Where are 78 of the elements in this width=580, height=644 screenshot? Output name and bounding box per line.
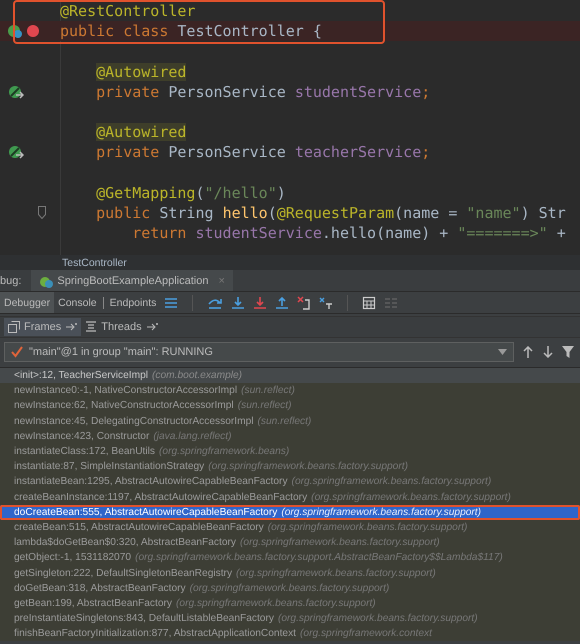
breadcrumb: TestController <box>62 256 127 268</box>
code-text: ) Str <box>520 204 566 222</box>
stack-frame[interactable]: getSingleton:222, DefaultSingletonBeanRegistry (org.springframework.beans.factory.support) <box>0 565 580 581</box>
frames-tab[interactable]: Frames <box>4 318 82 336</box>
code-text: .hello(name) + <box>322 224 450 242</box>
string-literal: "name" <box>466 204 521 222</box>
keyword: ; <box>421 82 430 101</box>
keyword: public class <box>60 22 170 40</box>
panel-tab[interactable]: Console <box>54 292 101 313</box>
step-out-icon[interactable] <box>275 296 290 310</box>
checkmark-icon <box>11 346 23 358</box>
field-name: studentService <box>195 224 322 242</box>
code-text: TestController { <box>177 22 322 40</box>
code-text: ) <box>276 184 286 202</box>
session-tab[interactable]: SpringBootExampleApplication × <box>31 270 233 291</box>
panel-label: bug: <box>0 274 22 286</box>
calculator-icon[interactable] <box>362 296 376 310</box>
close-icon[interactable]: × <box>218 274 225 286</box>
pin-icon <box>146 322 158 332</box>
string-literal: "/hello" <box>204 184 277 202</box>
keyword: private <box>96 143 160 162</box>
injection-icon <box>8 84 24 99</box>
annotation: @RestController <box>60 2 196 20</box>
threads-tab[interactable]: Threads <box>81 318 162 336</box>
stack-frame[interactable]: lambda$doGetBean$0:320, AbstractBeanFactory (org.springframework.beans.factory.support) <box>0 535 580 550</box>
field-name: studentService <box>294 82 422 101</box>
session-name: SpringBootExampleApplication <box>57 274 208 286</box>
stack-frame[interactable]: instantiate:87, SimpleInstantiationStrategy (org.springframework.beans.factory.support) <box>0 459 580 474</box>
stack-frame[interactable]: newInstance:45, DelegatingConstructorAccessorImpl (sun.reflect) <box>0 414 580 429</box>
code-text: + <box>556 224 566 242</box>
filter-icon[interactable] <box>562 346 574 358</box>
stack-frame[interactable]: newInstance0:-1, NativeConstructorAccessorImpl (sun.reflect) <box>0 383 580 398</box>
stack-frame[interactable]: instantiateBean:1295, AbstractAutowireCapableBeanFactory (org.springframework.beans.factory.support) <box>0 474 580 490</box>
code-text: (name = <box>394 204 458 222</box>
frames-icon <box>8 321 20 333</box>
keyword: public <box>96 204 152 222</box>
fold-icon <box>38 206 46 220</box>
code-text: ( <box>268 204 277 222</box>
keyword: private <box>96 82 160 101</box>
debugger-tab[interactable]: Debugger <box>0 292 54 313</box>
force-step-into-icon[interactable] <box>253 296 268 310</box>
stack-frame[interactable]: preInstantiateSingletons:843, DefaultListableBeanFactory (org.springframework.beans.factory.support) <box>0 611 580 626</box>
stack-frame[interactable]: createBeanInstance:1197, AbstractAutowireCapableBeanFactory (org.springframework.beans.factory.support) <box>0 490 580 505</box>
stack-frame[interactable]: <init>:12, TeacherServiceImpl (com.boot.example) <box>0 368 580 384</box>
field-name: teacherService <box>294 143 422 162</box>
down-arrow-icon[interactable] <box>542 346 554 358</box>
stack-frame[interactable]: doCreateBean:555, AbstractAutowireCapableBeanFactory (org.springframework.beans.factory.support) <box>0 504 580 520</box>
stack-frame[interactable]: newInstance:62, NativeConstructorAccessorImpl (sun.reflect) <box>0 398 580 414</box>
keyword: return <box>132 224 188 242</box>
stack-frame[interactable]: createBean:515, AbstractAutowireCapableBeanFactory (org.springframework.beans.factory.support) <box>0 520 580 536</box>
pin-icon <box>65 322 78 332</box>
thread-dropdown[interactable]: "main"@1 in group "main": RUNNING <box>4 342 514 362</box>
code-text: String <box>159 204 215 222</box>
stack-frame[interactable]: finishBeanFactoryInitialization:877, AbstractApplicationContext (org.springframework.context <box>0 626 580 642</box>
caret-icon <box>498 349 507 355</box>
panel-tab[interactable]: Endpoints <box>106 292 160 313</box>
list-icon[interactable] <box>164 296 178 310</box>
step-into-icon[interactable] <box>231 296 246 310</box>
annotation: @Autowired <box>96 123 186 142</box>
bean-icon <box>8 24 22 38</box>
stack-frame[interactable]: getObject:-1, 1531182070 (org.springframework.beans.factory.support.AbstractBeanFactory$$Lambda$117) <box>0 550 580 566</box>
stack-frame[interactable]: instantiateClass:172, BeanUtils (org.springframework.beans) <box>0 444 580 460</box>
keyword: ; <box>421 143 430 162</box>
string-literal: "=======>" <box>457 224 548 242</box>
up-arrow-icon[interactable] <box>522 346 534 358</box>
method-name: hello <box>222 204 268 222</box>
threads-icon <box>85 321 98 333</box>
stack-frame[interactable]: newInstance:423, Constructor (java.lang.reflect) <box>0 428 580 444</box>
stack-frame[interactable]: getBean:199, AbstractBeanFactory (org.springframework.beans.factory.support) <box>0 596 580 611</box>
injection-icon <box>8 145 24 160</box>
annotation: @Autowired <box>96 62 186 81</box>
annotation: @RequestParam <box>276 204 394 222</box>
annotation: @GetMapping <box>96 184 196 202</box>
breakpoint-icon <box>26 24 40 38</box>
code-text: ( <box>195 184 204 202</box>
stack-frame[interactable]: doGetBean:318, AbstractBeanFactory (org.springframework.beans.factory.support) <box>0 580 580 596</box>
code-text: PersonService <box>168 82 287 101</box>
code-text: PersonService <box>168 143 287 162</box>
